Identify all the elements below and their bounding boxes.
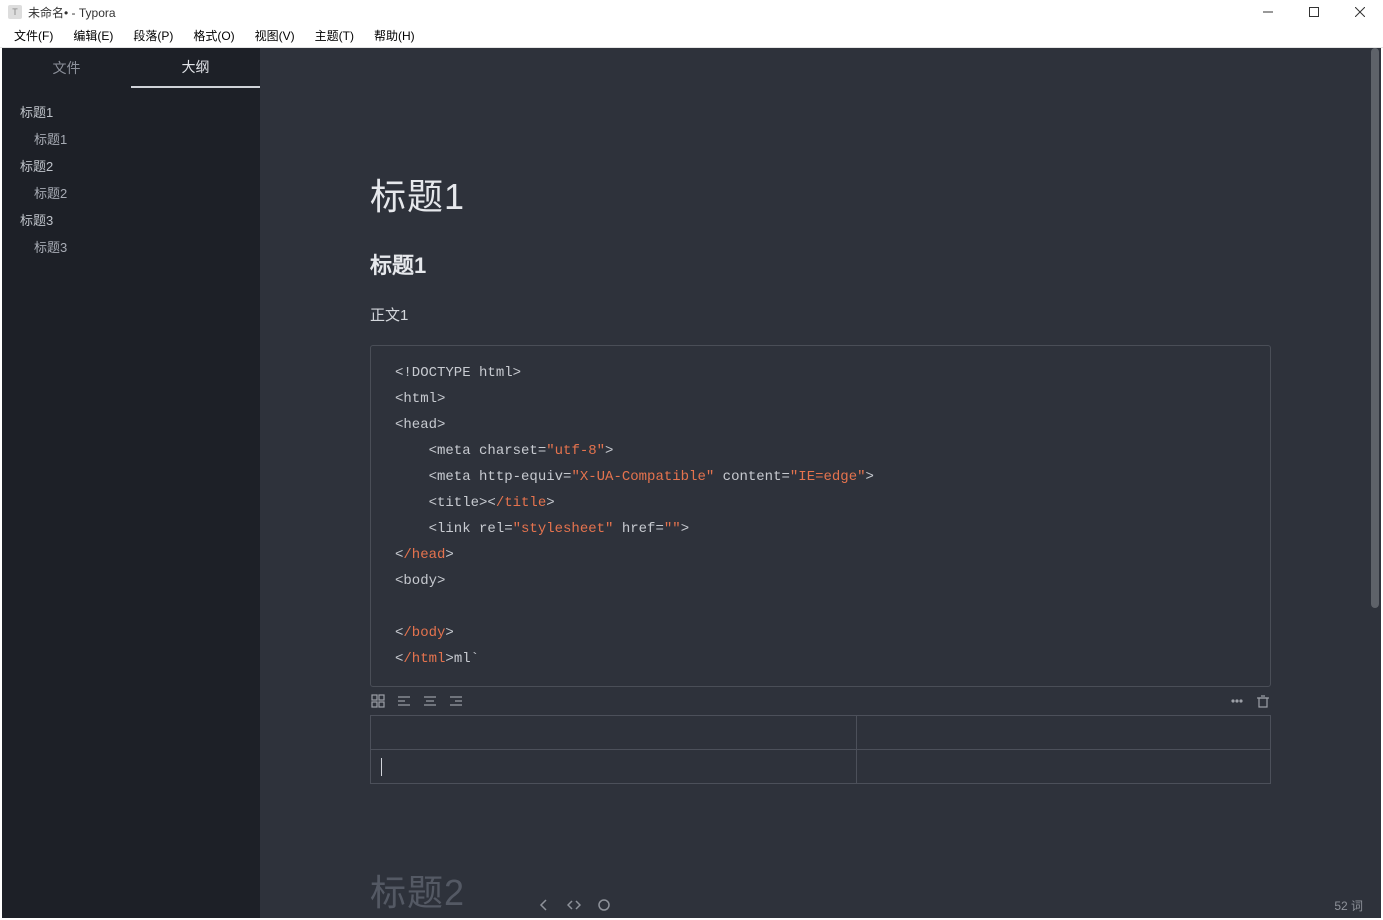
outline-item[interactable]: 标题2 xyxy=(2,179,260,206)
outline-item[interactable]: 标题2 xyxy=(2,152,260,179)
table-toolbar xyxy=(370,687,1271,715)
sidebar-toggle-icon[interactable] xyxy=(536,897,552,913)
outline-toggle-icon[interactable] xyxy=(596,897,612,913)
table-resize-icon[interactable] xyxy=(370,693,386,709)
markdown-table[interactable] xyxy=(370,715,1271,784)
table-cell[interactable] xyxy=(857,750,1271,784)
heading-1[interactable]: 标题1 xyxy=(370,168,1271,220)
table-cell[interactable] xyxy=(371,750,857,784)
align-center-icon[interactable] xyxy=(422,693,438,709)
table-cell[interactable] xyxy=(371,716,857,750)
menu-help[interactable]: 帮助(H) xyxy=(364,25,425,46)
outline-list: 标题1标题1标题2标题2标题3标题3 xyxy=(2,88,260,918)
minimize-button[interactable] xyxy=(1245,0,1291,24)
close-button[interactable] xyxy=(1337,0,1383,24)
outline-item[interactable]: 标题1 xyxy=(2,125,260,152)
align-left-icon[interactable] xyxy=(396,693,412,709)
outline-item[interactable]: 标题3 xyxy=(2,206,260,233)
menu-theme[interactable]: 主题(T) xyxy=(305,25,364,46)
menu-paragraph[interactable]: 段落(P) xyxy=(123,25,183,46)
app-icon: T xyxy=(8,5,22,19)
scrollbar[interactable] xyxy=(1369,48,1381,918)
editor-area[interactable]: 标题1 标题1 正文1 <!DOCTYPE html> <html> <head… xyxy=(260,48,1381,918)
heading-2[interactable]: 标题1 xyxy=(370,248,1271,280)
table-cell[interactable] xyxy=(857,716,1271,750)
code-block[interactable]: <!DOCTYPE html> <html> <head> <meta char… xyxy=(370,345,1271,687)
outline-item[interactable]: 标题3 xyxy=(2,233,260,260)
outline-item[interactable]: 标题1 xyxy=(2,98,260,125)
source-mode-icon[interactable] xyxy=(566,897,582,913)
menu-edit[interactable]: 编辑(E) xyxy=(63,25,123,46)
menu-bar: 文件(F) 编辑(E) 段落(P) 格式(O) 视图(V) 主题(T) 帮助(H… xyxy=(0,24,1383,48)
table-delete-icon[interactable] xyxy=(1255,693,1271,709)
table-more-icon[interactable] xyxy=(1229,693,1245,709)
maximize-button[interactable] xyxy=(1291,0,1337,24)
sidebar-tab-outline[interactable]: 大纲 xyxy=(131,48,260,88)
status-bar: 52 词 xyxy=(518,892,1381,918)
window-title: 未命名• - Typora xyxy=(28,4,1245,21)
menu-view[interactable]: 视图(V) xyxy=(245,25,305,46)
paragraph-text[interactable]: 正文1 xyxy=(370,304,1271,325)
align-right-icon[interactable] xyxy=(448,693,464,709)
sidebar: 文件 大纲 标题1标题1标题2标题2标题3标题3 xyxy=(2,48,260,918)
scrollbar-thumb[interactable] xyxy=(1371,48,1379,608)
title-bar: T 未命名• - Typora xyxy=(0,0,1383,24)
sidebar-tab-files[interactable]: 文件 xyxy=(2,48,131,88)
menu-format[interactable]: 格式(O) xyxy=(183,25,244,46)
menu-file[interactable]: 文件(F) xyxy=(4,25,63,46)
word-count[interactable]: 52 词 xyxy=(1334,897,1363,914)
